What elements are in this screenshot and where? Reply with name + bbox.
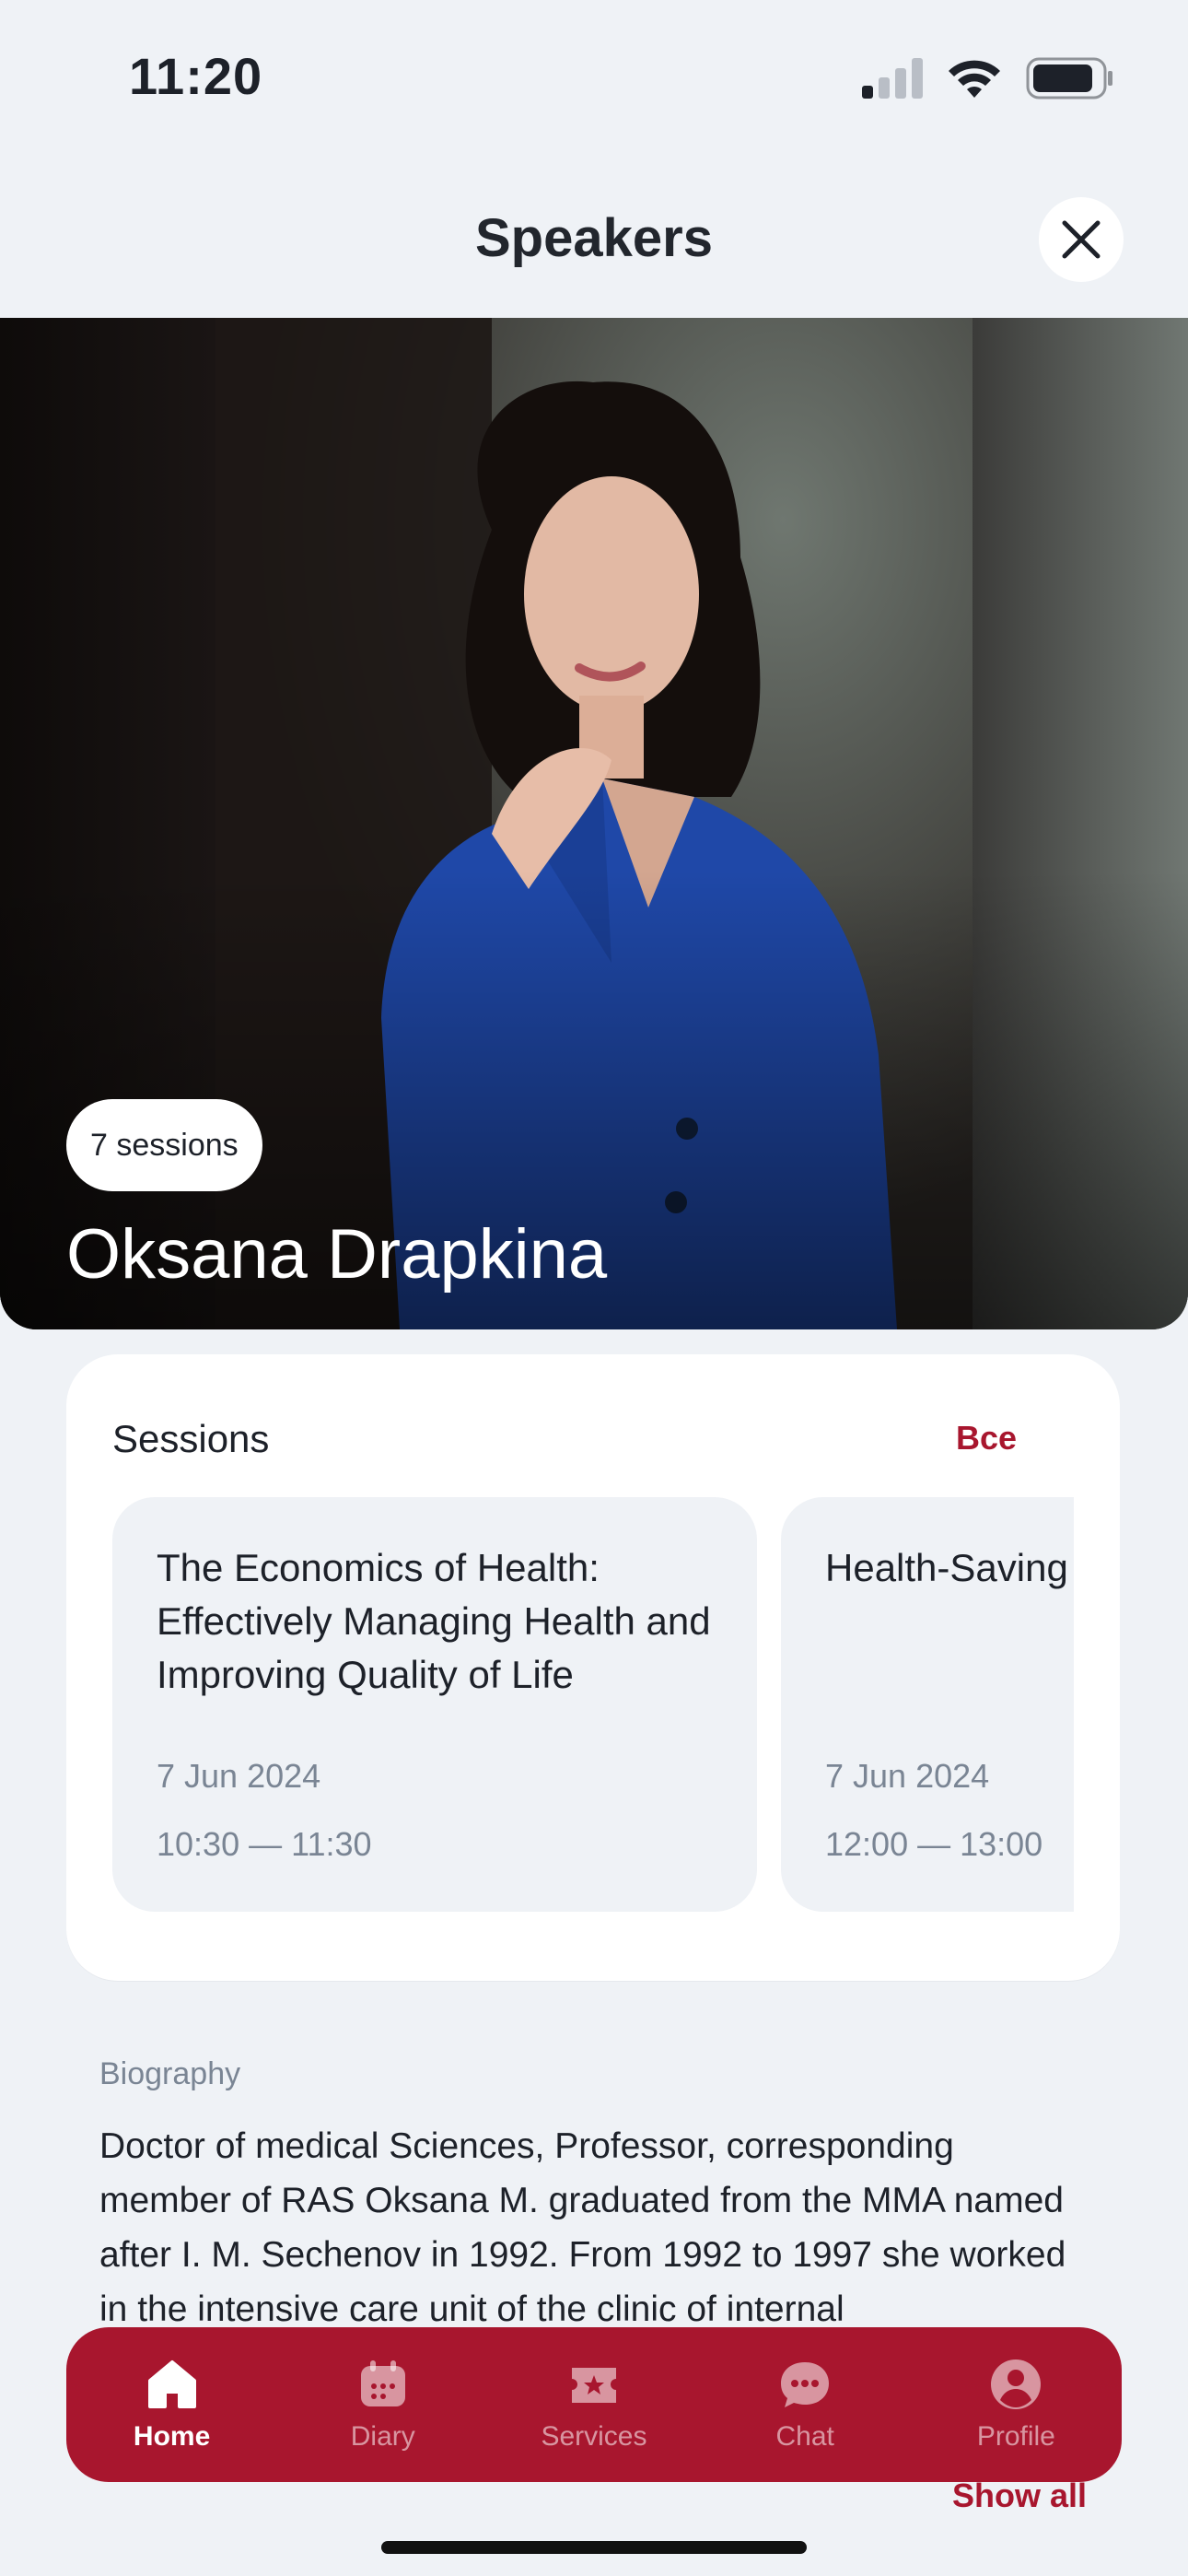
sessions-all-link[interactable]: Все (956, 1419, 1017, 1458)
biography-text: Doctor of medical Sciences, Professor, c… (99, 2126, 1066, 2329)
tab-home[interactable]: Home (80, 2357, 264, 2453)
close-icon (1062, 220, 1101, 259)
biography-label: Biography (99, 2056, 241, 2091)
close-button[interactable] (1039, 197, 1124, 282)
session-title: The Economics of Health: Effectively Man… (157, 1546, 711, 1696)
calendar-icon (360, 2360, 405, 2406)
tab-services[interactable]: Services (502, 2357, 686, 2453)
tab-label: Home (133, 2421, 211, 2452)
user-circle-icon (991, 2359, 1042, 2409)
tab-label: Diary (350, 2421, 415, 2452)
session-card[interactable]: The Economics of Health: Effectively Man… (112, 1497, 757, 1912)
ticket-star-icon (571, 2368, 616, 2403)
page-title: Speakers (475, 208, 713, 268)
sessions-heading: Sessions (112, 1417, 270, 1460)
tab-label: Services (541, 2421, 647, 2452)
tab-profile[interactable]: Profile (924, 2357, 1108, 2453)
show-all-link[interactable]: Show all (952, 2476, 1087, 2515)
home-indicator[interactable] (381, 2541, 807, 2554)
session-time: 10:30 — 11:30 (157, 1825, 372, 1863)
sessions-carousel[interactable]: The Economics of Health: Effectively Man… (112, 1497, 1074, 1930)
sessions-section: Sessions Все The Economics of Health: Ef… (66, 1354, 1120, 1981)
speaker-name: Oksana Drapkina (66, 1215, 608, 1294)
status-icons (862, 55, 1114, 101)
session-date: 7 Jun 2024 (157, 1757, 321, 1795)
sessions-count-badge: 7 sessions (66, 1099, 262, 1191)
cellular-signal-icon (862, 58, 923, 99)
chat-bubble-icon (781, 2362, 830, 2407)
bottom-tab-bar: Home Diary Services Chat Profile (66, 2327, 1122, 2482)
session-date: 7 Jun 2024 (825, 1757, 990, 1795)
tab-chat[interactable]: Chat (713, 2357, 897, 2453)
session-card[interactable]: Health-Saving The Road to L 7 Jun 2024 1… (781, 1497, 1074, 1912)
battery-icon (1026, 57, 1112, 100)
tab-diary[interactable]: Diary (291, 2357, 475, 2453)
status-time: 11:20 (129, 47, 263, 105)
tab-label: Chat (775, 2421, 834, 2452)
tab-label: Profile (976, 2421, 1055, 2452)
wifi-icon (949, 60, 1000, 98)
home-icon (147, 2360, 196, 2408)
session-time: 12:00 — 13:00 (825, 1825, 1043, 1863)
session-title: Health-Saving The Road to L (825, 1546, 1074, 1589)
